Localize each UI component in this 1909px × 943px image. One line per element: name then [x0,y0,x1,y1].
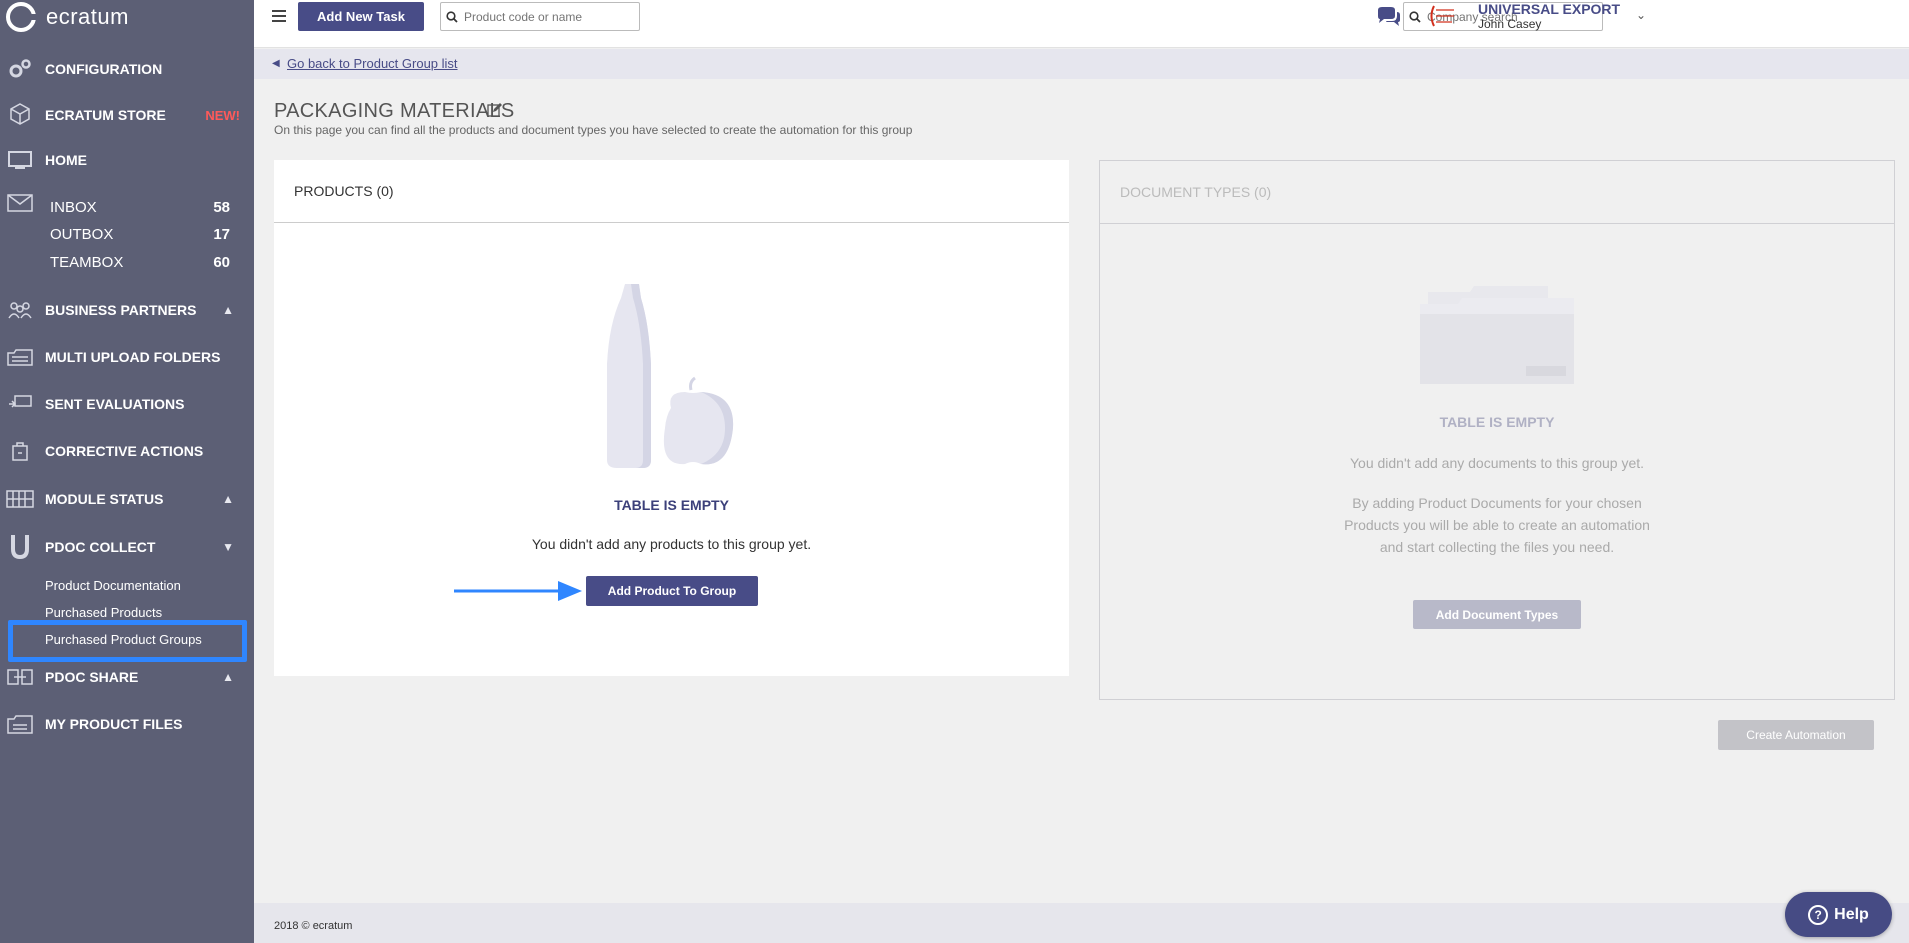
chevron-down-icon[interactable]: ⌄ [1636,8,1646,22]
sidebar-item-home[interactable]: HOME [0,145,254,175]
cubes-icon [6,103,34,126]
question-icon: ? [1808,904,1829,925]
sidebar-item-module-status[interactable]: MODULE STATUS ▲ [0,484,254,514]
chevron-up-icon[interactable]: ▲ [222,492,234,506]
products-panel-title: PRODUCTS (0) [274,160,1069,223]
products-empty-text: You didn't add any products to this grou… [531,536,812,552]
sidebar-item-label: PDOC COLLECT [45,539,156,555]
sidebar-item-label: MULTI UPLOAD FOLDERS [45,349,221,365]
inbox-count: 58 [213,198,230,216]
chevron-down-icon[interactable]: ▼ [222,540,234,554]
teambox-label: TEAMBOX [50,253,124,271]
sidebar-item-corrective-actions[interactable]: CORRECTIVE ACTIONS [0,436,254,466]
back-to-product-group-list-link[interactable]: Go back to Product Group list [287,56,458,71]
sidebar-item-multi-upload-folders[interactable]: MULTI UPLOAD FOLDERS [0,342,254,372]
ecratum-logo[interactable]: ecratum [6,2,129,32]
sidebar-item-label: CONFIGURATION [45,61,163,77]
sidebar-item-label: SENT EVALUATIONS [45,396,185,412]
documents-help-text: By adding Product Documents for your cho… [1344,495,1650,555]
sidebar-item-label: CORRECTIVE ACTIONS [45,443,204,459]
top-bar: Add New Task [254,0,1909,48]
people-icon [6,299,34,321]
new-badge: NEW! [205,107,240,123]
caret-left-icon: ◀ [272,58,280,69]
help-label: Help [1834,905,1869,923]
gears-icon [6,58,34,80]
products-empty-title: TABLE IS EMPTY [614,497,729,513]
document-types-panel-title: DOCUMENT TYPES (0) [1100,161,1894,224]
sidebar-item-label: BUSINESS PARTNERS [45,302,197,318]
sidebar-item-outbox[interactable]: OUTBOX 17 [50,221,250,247]
add-new-task-button[interactable]: Add New Task [298,2,424,31]
sidebar-item-label: MODULE STATUS [45,491,164,507]
selection-highlight [8,620,247,662]
company-name[interactable]: UNIVERSAL EXPORT [1478,1,1620,17]
sidebar-child-product-documentation[interactable]: Product Documentation [45,578,181,593]
inbox-label: INBOX [50,198,97,216]
page-subtitle: On this page you can find all the produc… [274,123,913,137]
sidebar-item-pdoc-collect[interactable]: PDOC COLLECT ▼ [0,532,254,562]
copyright-text: 2018 © ecratum [274,920,353,932]
sidebar-item-ecratum-store[interactable]: ECRATUM STORE NEW! [0,100,254,130]
search-icon [1404,10,1427,23]
bottle-apple-illustration [605,284,737,473]
product-search-input[interactable] [463,9,639,24]
ecratum-logo-icon [6,2,36,32]
breadcrumb-bar: ◀ Go back to Product Group list [254,49,1909,79]
footer: 2018 © ecratum [254,903,1909,943]
monitor-icon [6,149,34,171]
teambox-count: 60 [213,253,230,271]
add-document-types-button[interactable]: Add Document Types [1413,600,1581,629]
folders-icon [6,346,34,368]
arrow-right-icon [454,580,584,602]
sidebar: ecratum CONFIGURATION ECRATUM STORE NEW!… [0,0,254,943]
sidebar-child-purchased-products[interactable]: Purchased Products [45,605,162,620]
add-product-to-group-button[interactable]: Add Product To Group [586,576,758,606]
folder-illustration [1418,284,1578,389]
grid-icon [6,488,34,510]
sidebar-item-label: HOME [45,152,87,168]
help-button[interactable]: ? Help [1785,892,1892,937]
chevron-up-icon[interactable]: ▲ [222,670,234,684]
chevron-up-icon[interactable]: ▲ [222,303,234,317]
sidebar-item-configuration[interactable]: CONFIGURATION [0,54,254,84]
chat-icon[interactable] [1376,6,1402,28]
sidebar-item-sent-evaluations[interactable]: SENT EVALUATIONS [0,389,254,419]
sidebar-item-label: ECRATUM STORE [45,107,166,123]
sidebar-item-inbox[interactable]: INBOX 58 [50,194,250,220]
magnet-icon [6,535,34,560]
sidebar-item-business-partners[interactable]: BUSINESS PARTNERS ▲ [0,295,254,325]
documents-empty-title: TABLE IS EMPTY [1439,414,1555,430]
outbox-label: OUTBOX [50,225,114,243]
outbox-count: 17 [213,225,230,243]
search-icon [441,10,464,23]
user-name[interactable]: John Casey [1478,17,1541,31]
page-title: PACKAGING MATERIALS [274,100,515,122]
menu-toggle-icon[interactable] [268,10,286,24]
evaluation-icon [6,393,34,415]
sidebar-item-my-product-files[interactable]: MY PRODUCT FILES [0,709,254,739]
sidebar-item-pdoc-share[interactable]: PDOC SHARE ▲ [0,662,254,692]
create-automation-button[interactable]: Create Automation [1718,720,1874,750]
logo-text: ecratum [46,4,129,29]
sidebar-item-teambox[interactable]: TEAMBOX 60 [50,249,250,275]
company-logo [1426,4,1456,28]
documents-empty-text: You didn't add any documents to this gro… [1349,455,1645,471]
share-icon [6,666,34,688]
product-search[interactable] [440,2,640,31]
envelope-icon [6,192,34,214]
edit-icon[interactable] [487,102,503,118]
sidebar-item-label: MY PRODUCT FILES [45,716,183,732]
toolbox-icon [6,440,34,462]
sidebar-item-label: PDOC SHARE [45,669,139,685]
files-icon [6,713,34,735]
